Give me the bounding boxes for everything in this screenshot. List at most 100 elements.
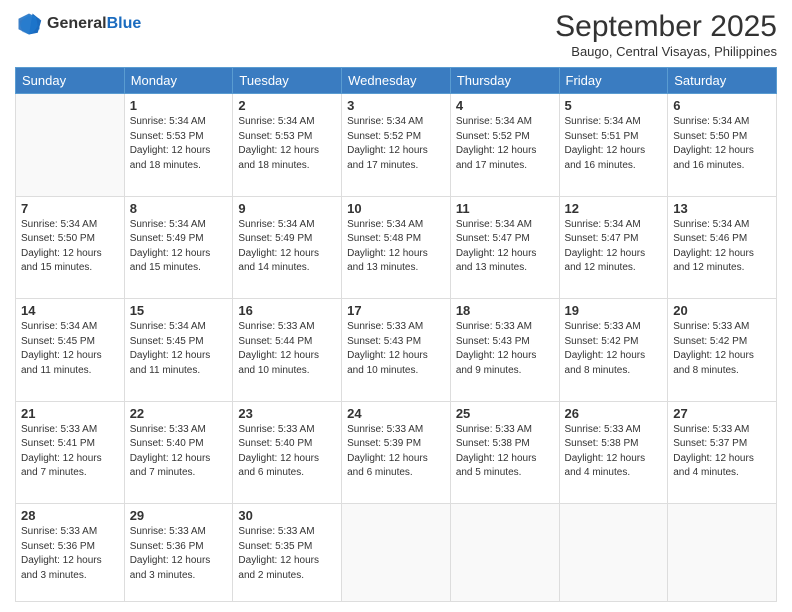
day-info: Sunrise: 5:34 AMSunset: 5:52 PMDaylight:… [456,115,554,173]
day-info: Sunrise: 5:33 AMSunset: 5:42 PMDaylight:… [673,320,771,378]
calendar-cell: 14Sunrise: 5:34 AMSunset: 5:45 PMDayligh… [16,299,125,402]
day-info: Sunrise: 5:33 AMSunset: 5:43 PMDaylight:… [456,320,554,378]
calendar-cell: 6 Sunrise: 5:34 AMSunset: 5:50 PMDaylight… [668,94,777,197]
day-number: 15 [130,303,228,318]
day-number: 28 [21,508,119,523]
calendar-header-friday: Friday [559,68,668,94]
calendar-cell: 24Sunrise: 5:33 AMSunset: 5:39 PMDayligh… [342,401,451,504]
logo-text: General Blue [47,15,141,33]
week-row-3: 14 Sunrise: 5:34 AMSunset: 5:45 PMDayligh… [16,299,777,402]
day-info: Sunrise: 5:33 AMSunset: 5:36 PMDaylight:… [130,525,228,583]
calendar-header-sunday: Sunday [16,68,125,94]
day-number: 14 [21,303,119,318]
calendar-cell: 16 Sunrise: 5:33 AMSunset: 5:44 PMDayligh… [233,299,342,402]
day-info: Sunrise: 5:34 AMSunset: 5:47 PMDaylight:… [456,218,554,276]
title-block: September 2025 Baugo, Central Visayas, P… [555,10,777,59]
week-row-4: 21 Sunrise: 5:33 AMSunset: 5:41 PMDayligh… [16,401,777,504]
logo-blue: Blue [107,15,142,33]
day-info: Sunrise: 5:33 AMSunset: 5:36 PMDaylight:… [21,525,119,583]
calendar-cell: 21 Sunrise: 5:33 AMSunset: 5:41 PMDayligh… [16,401,125,504]
calendar-header-monday: Monday [124,68,233,94]
day-info: Sunrise: 5:33 AMSunset: 5:42 PMDaylight:… [565,320,663,378]
day-info: Sunrise: 5:33 AMSunset: 5:40 PMDaylight:… [238,423,336,481]
day-number: 2 [238,98,336,113]
calendar-cell: 11Sunrise: 5:34 AMSunset: 5:47 PMDayligh… [450,196,559,299]
day-number: 17 [347,303,445,318]
day-number: 30 [238,508,336,523]
calendar-cell: 19 Sunrise: 5:33 AMSunset: 5:42 PMDayligh… [559,299,668,402]
calendar-cell: 7 Sunrise: 5:34 AMSunset: 5:50 PMDaylight… [16,196,125,299]
calendar-cell: 29 Sunrise: 5:33 AMSunset: 5:36 PMDayligh… [124,504,233,602]
day-info: Sunrise: 5:33 AMSunset: 5:43 PMDaylight:… [347,320,445,378]
day-number: 25 [456,406,554,421]
day-info: Sunrise: 5:34 AMSunset: 5:50 PMDaylight:… [21,218,119,276]
calendar-cell: 9 Sunrise: 5:34 AMSunset: 5:49 PMDaylight… [233,196,342,299]
week-row-5: 28 Sunrise: 5:33 AMSunset: 5:36 PMDayligh… [16,504,777,602]
calendar-cell [342,504,451,602]
day-number: 1 [130,98,228,113]
calendar-table: SundayMondayTuesdayWednesdayThursdayFrid… [15,67,777,602]
day-number: 19 [565,303,663,318]
header: General Blue September 2025 Baugo, Centr… [15,10,777,59]
calendar-header-thursday: Thursday [450,68,559,94]
day-number: 4 [456,98,554,113]
day-number: 16 [238,303,336,318]
day-number: 9 [238,201,336,216]
day-number: 29 [130,508,228,523]
calendar-cell: 20 Sunrise: 5:33 AMSunset: 5:42 PMDayligh… [668,299,777,402]
calendar-cell: 4 Sunrise: 5:34 AMSunset: 5:52 PMDaylight… [450,94,559,197]
day-info: Sunrise: 5:33 AMSunset: 5:38 PMDaylight:… [456,423,554,481]
day-info: Sunrise: 5:33 AMSunset: 5:37 PMDaylight:… [673,423,771,481]
day-number: 22 [130,406,228,421]
logo-general: General [47,15,107,33]
day-number: 8 [130,201,228,216]
day-info: Sunrise: 5:34 AMSunset: 5:50 PMDaylight:… [673,115,771,173]
calendar-cell: 12 Sunrise: 5:34 AMSunset: 5:47 PMDayligh… [559,196,668,299]
calendar-cell: 3Sunrise: 5:34 AMSunset: 5:52 PMDaylight… [342,94,451,197]
day-info: Sunrise: 5:34 AMSunset: 5:46 PMDaylight:… [673,218,771,276]
day-number: 20 [673,303,771,318]
day-number: 27 [673,406,771,421]
day-number: 21 [21,406,119,421]
calendar-header-row: SundayMondayTuesdayWednesdayThursdayFrid… [16,68,777,94]
calendar-cell [668,504,777,602]
calendar-header-saturday: Saturday [668,68,777,94]
day-number: 18 [456,303,554,318]
calendar-cell: 25 Sunrise: 5:33 AMSunset: 5:38 PMDayligh… [450,401,559,504]
calendar-cell: 28 Sunrise: 5:33 AMSunset: 5:36 PMDayligh… [16,504,125,602]
calendar-cell: 2Sunrise: 5:34 AMSunset: 5:53 PMDaylight… [233,94,342,197]
day-number: 6 [673,98,771,113]
day-number: 3 [347,98,445,113]
calendar-cell: 13Sunrise: 5:34 AMSunset: 5:46 PMDayligh… [668,196,777,299]
day-info: Sunrise: 5:33 AMSunset: 5:39 PMDaylight:… [347,423,445,481]
calendar-cell: 10Sunrise: 5:34 AMSunset: 5:48 PMDayligh… [342,196,451,299]
day-number: 23 [238,406,336,421]
day-info: Sunrise: 5:33 AMSunset: 5:40 PMDaylight:… [130,423,228,481]
week-row-2: 7 Sunrise: 5:34 AMSunset: 5:50 PMDaylight… [16,196,777,299]
calendar-cell [559,504,668,602]
page: General Blue September 2025 Baugo, Centr… [0,0,792,612]
month-title: September 2025 [555,10,777,44]
calendar-header-wednesday: Wednesday [342,68,451,94]
day-info: Sunrise: 5:33 AMSunset: 5:44 PMDaylight:… [238,320,336,378]
day-info: Sunrise: 5:33 AMSunset: 5:38 PMDaylight:… [565,423,663,481]
calendar-cell: 15 Sunrise: 5:34 AMSunset: 5:45 PMDayligh… [124,299,233,402]
day-number: 12 [565,201,663,216]
day-info: Sunrise: 5:34 AMSunset: 5:49 PMDaylight:… [130,218,228,276]
calendar-cell: 5Sunrise: 5:34 AMSunset: 5:51 PMDaylight… [559,94,668,197]
day-number: 7 [21,201,119,216]
day-number: 26 [565,406,663,421]
calendar-cell: 30Sunrise: 5:33 AMSunset: 5:35 PMDayligh… [233,504,342,602]
calendar-cell: 23 Sunrise: 5:33 AMSunset: 5:40 PMDayligh… [233,401,342,504]
calendar-cell: 26 Sunrise: 5:33 AMSunset: 5:38 PMDayligh… [559,401,668,504]
calendar-cell [450,504,559,602]
logo: General Blue [15,10,141,38]
day-info: Sunrise: 5:34 AMSunset: 5:45 PMDaylight:… [130,320,228,378]
day-info: Sunrise: 5:33 AMSunset: 5:41 PMDaylight:… [21,423,119,481]
logo-icon [15,10,43,38]
calendar-cell: 22 Sunrise: 5:33 AMSunset: 5:40 PMDayligh… [124,401,233,504]
day-info: Sunrise: 5:34 AMSunset: 5:49 PMDaylight:… [238,218,336,276]
calendar-cell: 1Sunrise: 5:34 AMSunset: 5:53 PMDaylight… [124,94,233,197]
day-info: Sunrise: 5:34 AMSunset: 5:51 PMDaylight:… [565,115,663,173]
day-info: Sunrise: 5:34 AMSunset: 5:47 PMDaylight:… [565,218,663,276]
